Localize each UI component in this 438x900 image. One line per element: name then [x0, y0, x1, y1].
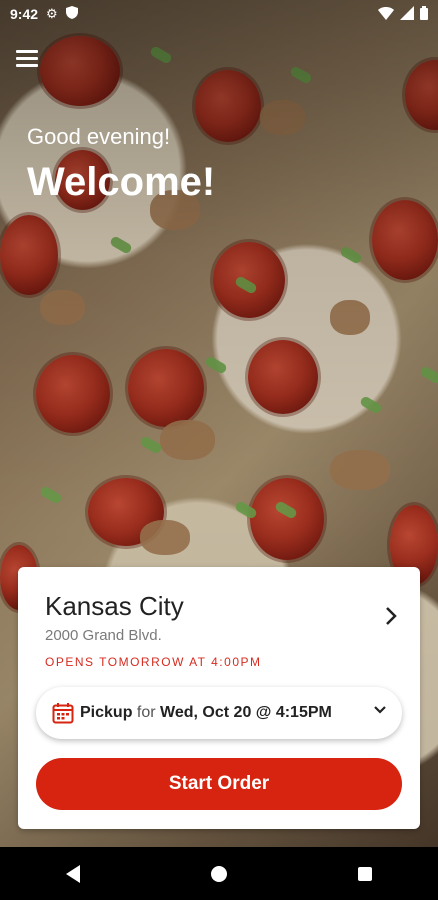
recent-apps-icon[interactable]	[358, 866, 373, 881]
system-nav-bar	[0, 847, 438, 900]
signal-icon	[400, 6, 414, 23]
home-icon[interactable]	[210, 865, 227, 882]
chevron-down-icon	[374, 703, 386, 717]
location-name[interactable]: Kansas City	[45, 591, 184, 622]
back-icon[interactable]	[65, 864, 80, 883]
pickup-time-selector[interactable]: Pickup for Wed, Oct 20 @ 4:15PM	[36, 687, 402, 739]
welcome-title: Welcome!	[27, 160, 216, 204]
start-order-button[interactable]: Start Order	[36, 758, 402, 810]
pickup-time: Wed, Oct 20 @ 4:15PM	[160, 704, 332, 721]
pickup-text: Pickup for Wed, Oct 20 @ 4:15PM	[80, 704, 332, 722]
shield-icon	[65, 6, 78, 22]
pickup-connector: for	[136, 704, 156, 721]
battery-icon	[420, 6, 428, 23]
menu-icon[interactable]	[16, 50, 38, 68]
settings-icon: ⚙	[46, 6, 58, 21]
hours-notice: OPENS TOMORROW AT 4:00PM	[45, 655, 262, 669]
chevron-right-icon[interactable]	[384, 605, 398, 633]
calendar-icon	[52, 702, 74, 724]
pickup-mode: Pickup	[80, 704, 133, 721]
location-address: 2000 Grand Blvd.	[45, 627, 162, 644]
greeting-text: Good evening!	[27, 124, 171, 149]
location-card: Kansas City 2000 Grand Blvd. OPENS TOMOR…	[18, 567, 420, 829]
status-bar: 9:42 ⚙	[0, 0, 438, 28]
wifi-icon	[378, 6, 394, 23]
status-time: 9:42	[10, 6, 39, 22]
